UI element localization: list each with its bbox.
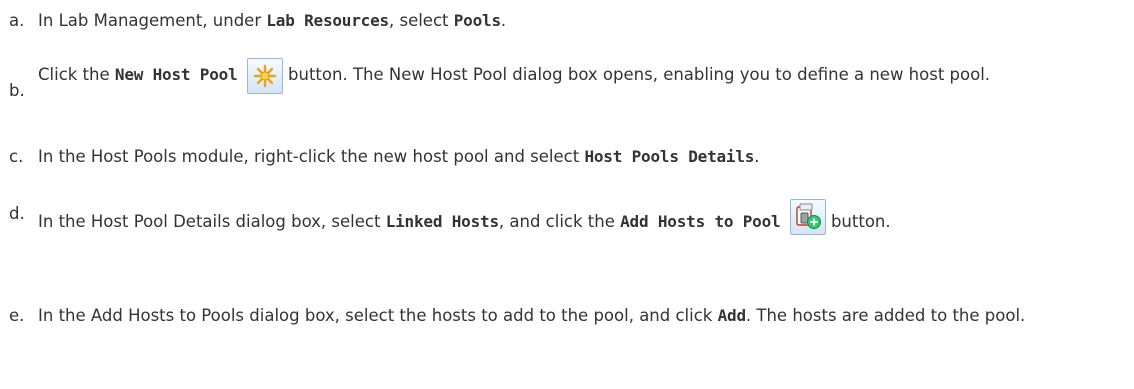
step-text-part: In the Add Hosts to Pools dialog box, se… bbox=[38, 306, 718, 325]
ui-term-lab-resources: Lab Resources bbox=[266, 11, 389, 30]
step-marker: d. bbox=[9, 204, 25, 223]
step-text-part: Click the bbox=[38, 65, 115, 84]
ui-term-add-hosts-to-pool: Add Hosts to Pool bbox=[620, 212, 781, 231]
ui-term-linked-hosts: Linked Hosts bbox=[385, 212, 499, 231]
step-text: In the Host Pools module, right-click th… bbox=[38, 142, 1110, 172]
step-a: a. In Lab Management, under Lab Resource… bbox=[0, 6, 1110, 36]
ui-term-pools: Pools bbox=[453, 11, 501, 30]
step-text-part: , and click the bbox=[498, 212, 621, 231]
step-text-part: . bbox=[500, 11, 507, 30]
step-text-part: . bbox=[754, 147, 760, 166]
ui-term-new-host-pool: New Host Pool bbox=[114, 65, 238, 84]
step-text: In Lab Management, under Lab Resources, … bbox=[38, 6, 1110, 36]
new-host-pool-icon bbox=[246, 58, 283, 94]
step-text-part: , select bbox=[388, 11, 454, 30]
step-marker: a. bbox=[9, 11, 25, 30]
step-text-part: In Lab Management, under bbox=[38, 11, 267, 30]
step-e: e. In the Add Hosts to Pools dialog box,… bbox=[0, 301, 1110, 331]
step-text-part: . The hosts are added to the pool. bbox=[745, 306, 1026, 325]
step-marker: b. bbox=[9, 81, 25, 100]
step-text: In the Add Hosts to Pools dialog box, se… bbox=[38, 301, 1110, 331]
add-hosts-to-pool-icon bbox=[789, 199, 826, 235]
step-text: Click the New Host Pool button. The New … bbox=[38, 58, 1110, 94]
step-text-part: button. The New Host Pool dialog box ope… bbox=[282, 65, 991, 84]
step-marker: c. bbox=[9, 147, 24, 166]
step-marker: e. bbox=[9, 306, 25, 325]
ui-term-add: Add bbox=[717, 306, 747, 325]
step-text-part: In the Host Pools module, right-click th… bbox=[38, 147, 585, 166]
step-text-part: button. bbox=[825, 212, 891, 231]
step-text-part: In the Host Pool Details dialog box, sel… bbox=[38, 212, 386, 231]
step-text: In the Host Pool Details dialog box, sel… bbox=[38, 193, 1110, 237]
step-d: d. In the Host Pool Details dialog box, … bbox=[0, 193, 1110, 237]
step-b: b. Click the New Host Pool button. The N… bbox=[0, 58, 1110, 100]
step-c: c. In the Host Pools module, right-click… bbox=[0, 142, 1110, 172]
ui-term-host-pools-details: Host Pools Details bbox=[584, 147, 755, 166]
